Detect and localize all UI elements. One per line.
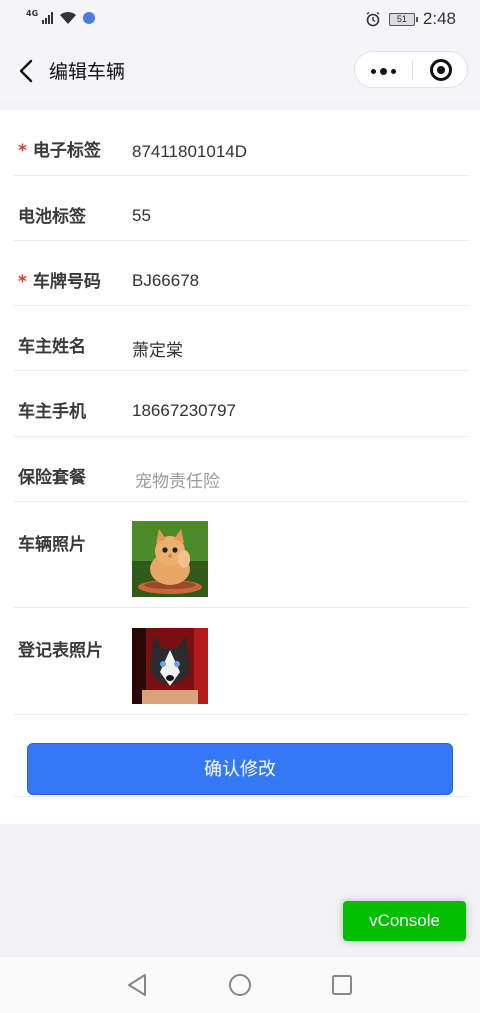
owner-phone-input[interactable]: 18667230797	[132, 401, 236, 421]
battery-icon: 51	[388, 12, 418, 26]
row-label: * 电子标签	[18, 141, 101, 161]
divider	[14, 796, 469, 797]
more-dots-icon[interactable]	[371, 68, 396, 75]
row-label: 车辆照片	[18, 535, 86, 555]
signal-icon	[42, 12, 54, 24]
system-navigation-bar	[0, 957, 480, 1013]
page-title: 编辑车辆	[49, 61, 126, 83]
row-label: 登记表照片	[18, 641, 103, 661]
confirm-edit-button[interactable]: 确认修改	[27, 743, 453, 795]
required-mark: *	[18, 272, 27, 292]
miniprogram-capsule	[354, 51, 468, 88]
form-row-owner-phone[interactable]: 车主手机 18667230797	[14, 371, 469, 437]
close-miniprogram-icon[interactable]	[430, 59, 452, 81]
form-row-registration-photo: 登记表照片	[14, 608, 469, 715]
form-row-battery-tag[interactable]: 电池标签 55	[14, 176, 469, 241]
square-recents-icon[interactable]	[331, 974, 353, 996]
capsule-divider	[412, 60, 413, 80]
form-row-insurance-plan[interactable]: 保险套餐 宠物责任险	[14, 437, 469, 502]
circle-home-icon[interactable]	[228, 973, 252, 997]
nav-bar: 编辑车辆	[0, 40, 480, 102]
status-bar: 4G 51 2:48	[0, 0, 480, 40]
alarm-icon	[366, 11, 380, 27]
battery-tag-input[interactable]: 55	[132, 206, 151, 226]
insurance-plan-select[interactable]: 宠物责任险	[135, 467, 220, 492]
registration-photo-thumbnail[interactable]	[132, 628, 208, 704]
network-type: 4G	[26, 8, 39, 18]
form-row-vehicle-photo: 车辆照片	[14, 502, 469, 608]
row-label: 保险套餐	[18, 468, 86, 488]
vconsole-button[interactable]: vConsole	[343, 901, 466, 941]
back-arrow-icon[interactable]	[16, 58, 38, 84]
status-right: 51 2:48	[365, 9, 456, 29]
vehicle-photo-thumbnail[interactable]	[132, 521, 208, 597]
form-row-plate-number[interactable]: * 车牌号码 BJ66678	[14, 241, 469, 306]
electronic-tag-input[interactable]: 87411801014D	[132, 142, 247, 162]
row-label: * 车牌号码	[18, 272, 101, 292]
plate-number-input[interactable]: BJ66678	[132, 271, 199, 291]
status-left: 4G	[26, 8, 96, 25]
required-mark: *	[18, 141, 27, 161]
triangle-back-icon[interactable]	[126, 973, 148, 997]
form-row-owner-name[interactable]: 车主姓名 萧定棠	[14, 306, 469, 371]
clock: 2:48	[422, 9, 456, 28]
row-label: 电池标签	[18, 207, 86, 227]
row-label: 车主姓名	[18, 337, 86, 357]
wifi-icon	[60, 11, 77, 24]
owner-name-input[interactable]: 萧定棠	[132, 336, 183, 361]
row-label: 车主手机	[18, 402, 86, 422]
app-notification-icon	[83, 12, 96, 24]
form-row-electronic-tag[interactable]: * 电子标签 87411801014D	[14, 120, 469, 176]
